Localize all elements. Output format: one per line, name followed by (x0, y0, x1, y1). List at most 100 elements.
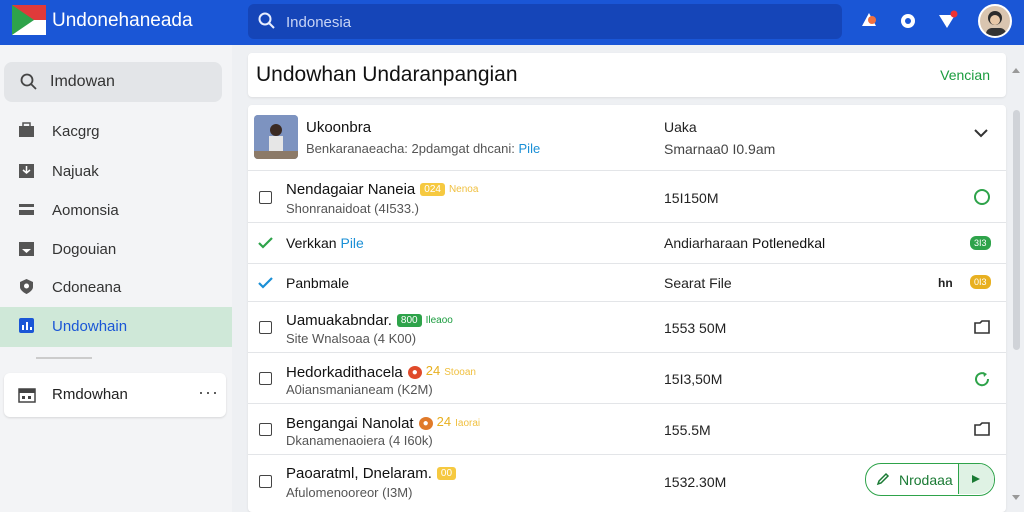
sidebar-card[interactable]: Rmdowhan ··· (4, 373, 226, 417)
sidebar-item-undowhain[interactable]: Undowhain (0, 307, 232, 347)
search-icon (258, 12, 275, 29)
refresh-icon[interactable] (973, 370, 991, 388)
scroll-down-icon[interactable] (1011, 494, 1021, 502)
row-checkbox[interactable] (259, 321, 272, 334)
head-title: Ukoonbra (306, 119, 372, 136)
user-avatar[interactable] (978, 4, 1012, 38)
row-col2-b: Potlenedkal (751, 235, 826, 251)
check-icon[interactable] (258, 237, 273, 249)
sidebar-search[interactable]: Imdowan (4, 62, 222, 102)
person-photo-icon (254, 115, 298, 159)
search-input[interactable] (286, 12, 786, 32)
row-size: 15I150M (664, 190, 719, 206)
status-badge: 0I3 (970, 275, 991, 289)
scrollbar-thumb[interactable] (1013, 110, 1020, 350)
row-subtitle: Shonranaidoat (4I533.) (286, 201, 419, 216)
row-subtitle: Site Wnalsoaa (4 K00) (286, 331, 417, 346)
row-title: Verkkan (286, 235, 337, 251)
briefcase-icon (19, 122, 34, 137)
version-link[interactable]: Vencian (940, 67, 990, 83)
row-tag: 800 (396, 314, 422, 327)
row-col2: Searat File (664, 275, 732, 291)
download-icon (19, 164, 34, 178)
table-row[interactable]: Hedorkadithacela ● 24 Stooan A0iansmanianea… (248, 353, 1006, 404)
row-tag-note: Nenoa (448, 184, 479, 195)
row-tag: 024 (420, 183, 445, 196)
sidebar-search-label: Imdowan (50, 73, 115, 90)
top-bar: Undonehaneada (0, 0, 1024, 45)
messages-icon[interactable] (936, 10, 958, 32)
scroll-up-icon[interactable] (1011, 66, 1021, 74)
flag-logo-icon (12, 5, 46, 35)
sidebar-item-aomonsia[interactable]: Aomonsia (0, 191, 232, 229)
row-checkbox[interactable] (259, 423, 272, 436)
file-list: Ukoonbra Benkaranaeacha: 2pdamgat dhcani… (248, 105, 1006, 512)
chevron-down-icon[interactable] (973, 127, 989, 139)
row-title: Uamuakabndar. (286, 312, 392, 329)
row-size: 15I3,50M (664, 371, 723, 387)
row-tag-dot: ● (418, 417, 433, 430)
head-col2-sub: Smarnaa0 I0.9am (664, 141, 776, 157)
sidebar-item-label: Cdoneana (52, 279, 122, 296)
sidebar-item-cdoneana[interactable]: Cdoneana (0, 268, 232, 306)
sidebar-divider (36, 357, 92, 359)
row-col2-a: Andiarharaan (664, 235, 749, 251)
check-icon[interactable] (258, 277, 273, 289)
row-tag: 24 (425, 363, 441, 378)
app-title: Undonehaneada (52, 10, 193, 31)
sidebar-item-label: Kacgrg (52, 123, 100, 140)
row-tag-dot: ● (407, 366, 422, 379)
row-title: Hedorkadithacela (286, 364, 403, 381)
sidebar-item-label: Undowhain (52, 318, 128, 335)
edit-button[interactable]: Nrodaaa (865, 463, 995, 496)
row-checkbox[interactable] (259, 372, 272, 385)
global-search[interactable] (248, 4, 842, 39)
pencil-icon (876, 472, 890, 486)
list-head-row[interactable]: Ukoonbra Benkaranaeacha: 2pdamgat dhcani… (248, 105, 1006, 171)
status-badge: 3I3 (970, 236, 991, 250)
row-subtitle: Dkanamenaoiera (4 I60k) (286, 433, 433, 448)
row-title: Nendagaiar Naneia (286, 181, 416, 198)
table-row[interactable]: Nendagaiar Naneia 024 Nenoa Shonranaidoat … (248, 171, 1006, 223)
row-title: Panbmale (286, 275, 350, 291)
page-title: Undowhan Undaranpangian (256, 63, 518, 86)
head-col2: Uaka (664, 119, 697, 135)
calendar-icon (18, 388, 36, 403)
edit-button-label: Nrodaaa (899, 472, 953, 488)
table-row[interactable]: Panbmale Searat File hn 0I3 (248, 264, 1006, 302)
row-title: Paoaratml, Dnelaram. (286, 465, 432, 482)
sidebar-card-label: Rmdowhan (52, 386, 128, 403)
row-checkbox[interactable] (259, 191, 272, 204)
sidebar: Imdowan Kacgrg Najuak Aomonsia Dogouian … (0, 45, 232, 512)
inbox-icon (19, 242, 34, 256)
table-row[interactable]: Bengangai Nanolat ● 24 Iaorai Dkanamenaoier… (248, 404, 1006, 455)
row-checkbox[interactable] (259, 475, 272, 488)
sidebar-item-najuak[interactable]: Najuak (0, 152, 232, 190)
table-row[interactable]: Paoaratml, Dnelaram. 00 Afulomenooreor (I… (248, 455, 1006, 507)
sidebar-item-label: Aomonsia (52, 202, 119, 219)
search-icon (20, 73, 37, 90)
sidebar-item-dogouian[interactable]: Dogouian (0, 230, 232, 268)
notification-icon[interactable] (858, 10, 880, 32)
row-size: 1532.30M (664, 474, 727, 490)
sidebar-item-label: Dogouian (52, 241, 117, 258)
row-title-link[interactable]: Pile (340, 235, 363, 251)
folder-icon[interactable] (973, 319, 991, 335)
edit-dropdown-button[interactable] (958, 464, 994, 494)
folder-icon[interactable] (973, 421, 991, 437)
main-panel: Undowhan Undaranpangian Vencian Ukoonbra… (248, 53, 1006, 512)
sidebar-item-kacgrg[interactable]: Kacgrg (0, 112, 232, 150)
table-row[interactable]: Uamuakabndar. 800 Ileaoo Site Wnalsoaa (4 … (248, 302, 1006, 353)
sidebar-item-label: Najuak (52, 163, 99, 180)
chart-icon (19, 318, 34, 333)
row-tag-note: Iaorai (455, 418, 481, 429)
settings-icon[interactable] (897, 10, 919, 32)
more-options-icon[interactable]: ··· (198, 382, 219, 403)
circle-icon[interactable] (973, 188, 991, 206)
row-tag: 24 (436, 414, 452, 429)
table-row[interactable]: Verkkan Pile Andiarharaan Potlenedkal 3I… (248, 223, 1006, 264)
row-size: 155.5M (664, 422, 711, 438)
head-subtitle: Benkaranaeacha: 2pdamgat dhcani: (306, 141, 515, 156)
row-size: 1553 50M (664, 320, 727, 336)
head-subtitle-link[interactable]: Pile (519, 141, 541, 156)
